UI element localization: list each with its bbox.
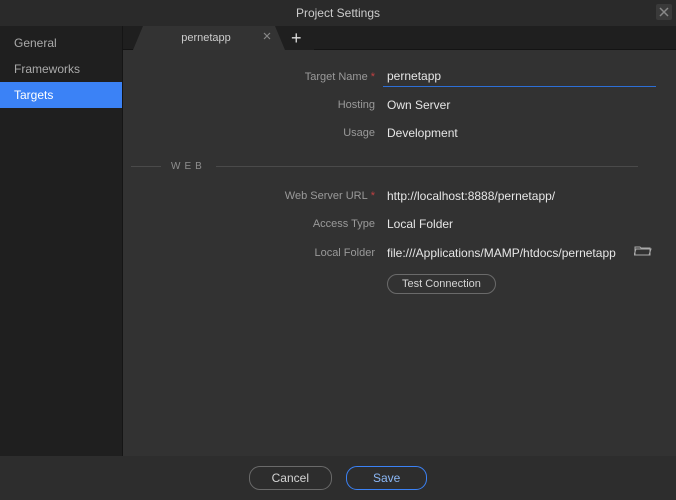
dialog-footer: Cancel Save bbox=[0, 456, 676, 500]
sidebar-item-general[interactable]: General bbox=[0, 30, 122, 56]
save-button[interactable]: Save bbox=[346, 466, 427, 490]
window-titlebar: Project Settings bbox=[0, 0, 676, 26]
window-title: Project Settings bbox=[296, 6, 380, 20]
hosting-label: Hosting bbox=[123, 99, 383, 111]
hosting-value: Own Server bbox=[387, 98, 652, 112]
content-pane: pernetapp + Target Name* pernetapp Hosti… bbox=[123, 26, 676, 456]
tab-close-icon[interactable] bbox=[263, 32, 271, 43]
local-folder-field[interactable]: file:///Applications/MAMP/htdocs/perneta… bbox=[383, 242, 656, 263]
sidebar-item-label: General bbox=[14, 36, 57, 50]
usage-label: Usage bbox=[123, 127, 383, 139]
test-connection-button[interactable]: Test Connection bbox=[387, 274, 496, 294]
cancel-button[interactable]: Cancel bbox=[249, 466, 332, 490]
sidebar: General Frameworks Targets bbox=[0, 26, 123, 456]
access-type-value: Local Folder bbox=[387, 217, 652, 231]
tab-pernetapp[interactable]: pernetapp bbox=[133, 26, 285, 50]
web-server-url-value: http://localhost:8888/pernetapp/ bbox=[387, 189, 652, 203]
local-folder-label: Local Folder bbox=[123, 247, 383, 259]
web-server-url-field[interactable]: http://localhost:8888/pernetapp/ bbox=[383, 186, 656, 206]
sidebar-item-label: Frameworks bbox=[14, 62, 80, 76]
target-name-value: pernetapp bbox=[387, 69, 652, 83]
folder-open-icon[interactable] bbox=[634, 245, 652, 260]
sidebar-item-targets[interactable]: Targets bbox=[0, 82, 122, 108]
hosting-field[interactable]: Own Server bbox=[383, 95, 656, 115]
usage-field[interactable]: Development bbox=[383, 123, 656, 143]
sidebar-item-frameworks[interactable]: Frameworks bbox=[0, 56, 122, 82]
target-name-label: Target Name* bbox=[123, 71, 383, 83]
section-header-web: WEB bbox=[123, 161, 656, 172]
target-name-field[interactable]: pernetapp bbox=[383, 66, 656, 87]
usage-value: Development bbox=[387, 126, 652, 140]
sidebar-item-label: Targets bbox=[14, 88, 53, 102]
access-type-label: Access Type bbox=[123, 218, 383, 230]
section-title: WEB bbox=[161, 161, 216, 172]
access-type-field[interactable]: Local Folder bbox=[383, 214, 656, 234]
web-server-url-label: Web Server URL* bbox=[123, 190, 383, 202]
add-tab-button[interactable]: + bbox=[279, 28, 314, 48]
tab-label: pernetapp bbox=[181, 32, 231, 44]
tab-bar: pernetapp + bbox=[123, 26, 676, 50]
close-icon[interactable] bbox=[656, 4, 672, 20]
local-folder-value: file:///Applications/MAMP/htdocs/perneta… bbox=[387, 246, 628, 260]
